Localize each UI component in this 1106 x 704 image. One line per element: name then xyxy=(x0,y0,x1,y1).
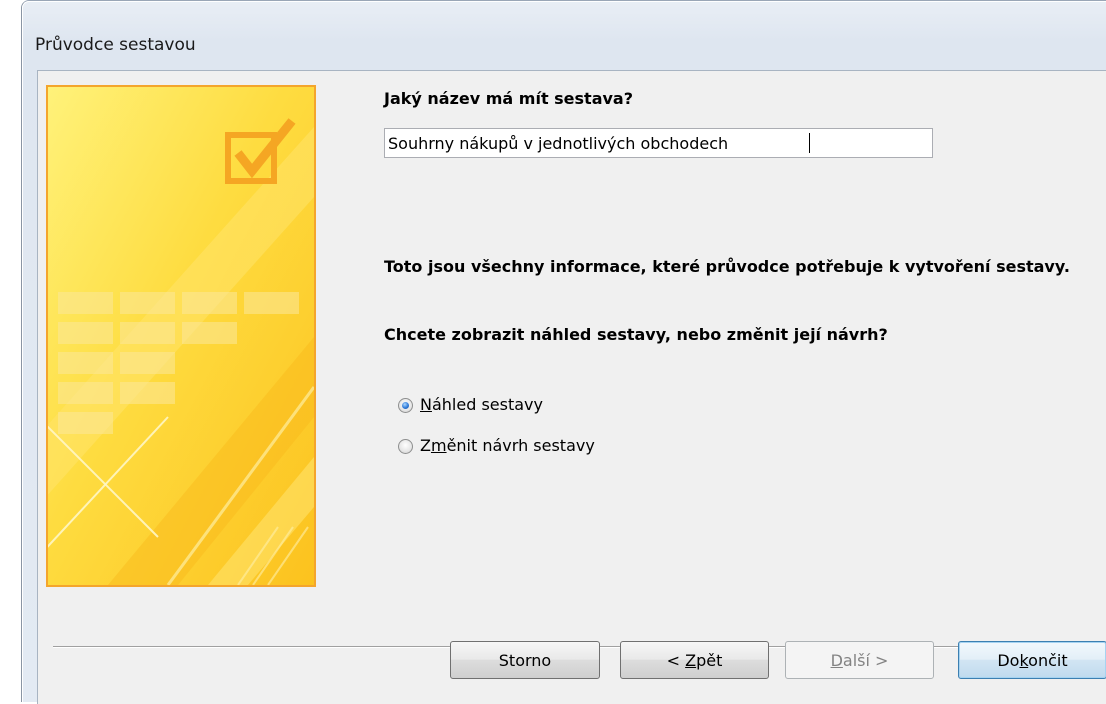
report-name-input[interactable] xyxy=(384,128,933,158)
modify-design-label: Změnit návrh sestavy xyxy=(420,436,595,455)
finish-button[interactable]: Dokončit xyxy=(958,641,1106,679)
radio-button-checked[interactable] xyxy=(398,398,413,413)
back-button-label: < Zpět xyxy=(666,650,723,670)
preview-report-label: Náhled sestavy xyxy=(420,395,543,414)
window-title: Průvodce sestavou xyxy=(35,35,196,55)
wizard-illustration xyxy=(46,85,316,587)
report-name-question: Jaký název má mít sestava? xyxy=(384,89,634,108)
text-caret xyxy=(809,133,810,153)
back-button[interactable]: < Zpět xyxy=(620,641,769,679)
cancel-button[interactable]: Storno xyxy=(450,641,600,679)
report-wizard-icon xyxy=(48,87,314,585)
finish-button-label: Dokončit xyxy=(997,650,1068,670)
preview-or-modify-question: Chcete zobrazit náhled sestavy, nebo změ… xyxy=(384,325,888,344)
next-button[interactable]: Další > xyxy=(785,641,934,679)
modify-design-option[interactable]: Změnit návrh sestavy xyxy=(398,436,595,455)
preview-report-option[interactable]: Náhled sestavy xyxy=(398,395,543,414)
info-text: Toto jsou všechny informace, které průvo… xyxy=(384,257,1070,276)
dialog-window: Průvodce sestavou Jaký název má mít sest… xyxy=(21,0,1106,704)
radio-button-unchecked[interactable] xyxy=(398,439,413,454)
next-button-label: Další > xyxy=(830,650,889,670)
dialog-client-area: Jaký název má mít sestava? Toto jsou vše… xyxy=(37,70,1106,704)
